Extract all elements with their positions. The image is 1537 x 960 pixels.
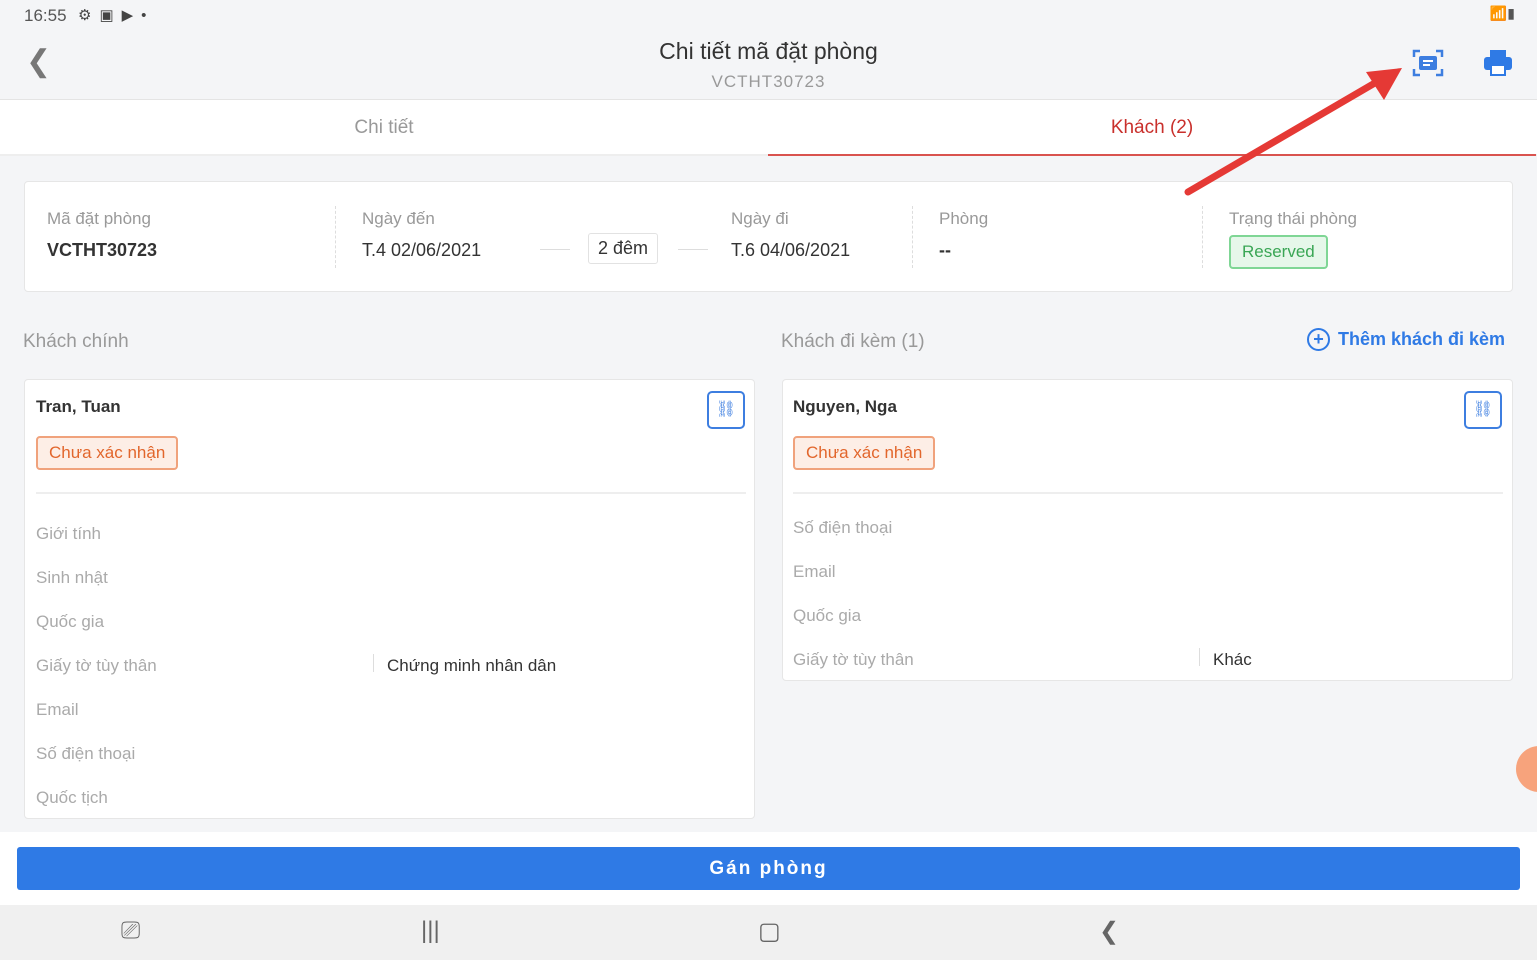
wifi-signal-battery-icon: 📶▮ — [1489, 5, 1515, 21]
tab-guests[interactable]: Khách (2) — [768, 100, 1536, 156]
guest-name: Tran, Tuan — [36, 397, 121, 416]
divider — [36, 492, 746, 494]
field-label: Quốc tịch — [36, 788, 108, 807]
booking-code-label: Mã đặt phòng — [47, 209, 151, 228]
link-icon[interactable]: ⛓ — [707, 391, 745, 429]
add-companion-button[interactable]: + Thêm khách đi kèm — [1307, 328, 1505, 351]
divider — [678, 249, 708, 250]
field-label: Email — [793, 562, 836, 581]
divider — [1199, 648, 1200, 666]
divider — [1202, 206, 1203, 268]
booking-code: VCTHT30723 — [47, 240, 158, 260]
arrival-label: Ngày đến — [362, 209, 435, 228]
divider — [540, 249, 570, 250]
field-label: Giới tính — [36, 524, 102, 543]
tab-details[interactable]: Chi tiết — [0, 100, 768, 156]
system-nav-bar: ⎚ ||| ▢ ❮ — [0, 905, 1537, 960]
divider — [793, 492, 1503, 494]
annotation-arrow-icon — [1184, 68, 1402, 196]
divider — [335, 206, 336, 268]
departure-date: T.6 04/06/2021 — [731, 240, 851, 260]
id-document-value: Chứng minh nhân dân — [387, 656, 557, 675]
room-label: Phòng — [939, 209, 989, 228]
guest-name: Nguyen, Nga — [793, 397, 897, 416]
arrival-date: T.4 02/06/2021 — [362, 240, 482, 260]
field-label: Giấy tờ tùy thân — [36, 656, 157, 675]
plus-circle-icon: + — [1307, 328, 1330, 351]
id-document-value: Khác — [1213, 650, 1252, 669]
departure-label: Ngày đi — [731, 209, 789, 228]
add-companion-label: Thêm khách đi kèm — [1338, 329, 1506, 349]
status-time: 16:55 — [24, 6, 67, 25]
scan-document-icon[interactable] — [1411, 48, 1445, 78]
companion-heading: Khách đi kèm (1) — [781, 331, 925, 352]
print-icon[interactable] — [1481, 48, 1515, 78]
field-label: Quốc gia — [793, 606, 862, 625]
guest-status-badge: Chưa xác nhận — [36, 436, 179, 470]
field-label: Quốc gia — [36, 612, 105, 631]
room-status-badge: Reserved — [1229, 235, 1328, 269]
status-bar: 16:55 ⚙▣▶• 📶▮ — [0, 0, 1537, 30]
field-label: Sinh nhật — [36, 568, 108, 587]
divider — [373, 654, 374, 672]
field-label: Email — [36, 700, 79, 719]
floating-assistant-bubble[interactable] — [1516, 746, 1537, 792]
screenshot-icon[interactable]: ⎚ — [121, 917, 140, 945]
field-label: Giấy tờ tùy thân — [793, 650, 914, 669]
room-status-label: Trạng thái phòng — [1229, 209, 1357, 228]
field-label: Số điện thoại — [793, 518, 893, 537]
system-back-icon[interactable]: ❮ — [1099, 917, 1119, 946]
main-guest-heading: Khách chính — [23, 331, 129, 352]
recent-apps-icon[interactable]: ||| — [421, 917, 440, 945]
field-label: Số điện thoại — [36, 744, 136, 763]
main-guest-card: Tran, Tuan ⛓ Chưa xác nhận Giới tính Sin… — [24, 379, 755, 819]
room-value: -- — [939, 240, 951, 260]
nights-count: 2 đêm — [588, 233, 659, 264]
divider — [912, 206, 913, 268]
companion-card: Nguyen, Nga ⛓ Chưa xác nhận Số điện thoạ… — [782, 379, 1513, 681]
guest-status-badge: Chưa xác nhận — [793, 436, 936, 470]
notification-icons: ⚙▣▶• — [78, 7, 155, 24]
home-icon[interactable]: ▢ — [758, 917, 781, 946]
assign-room-button[interactable]: Gán phòng — [17, 847, 1520, 890]
link-icon[interactable]: ⛓ — [1464, 391, 1502, 429]
